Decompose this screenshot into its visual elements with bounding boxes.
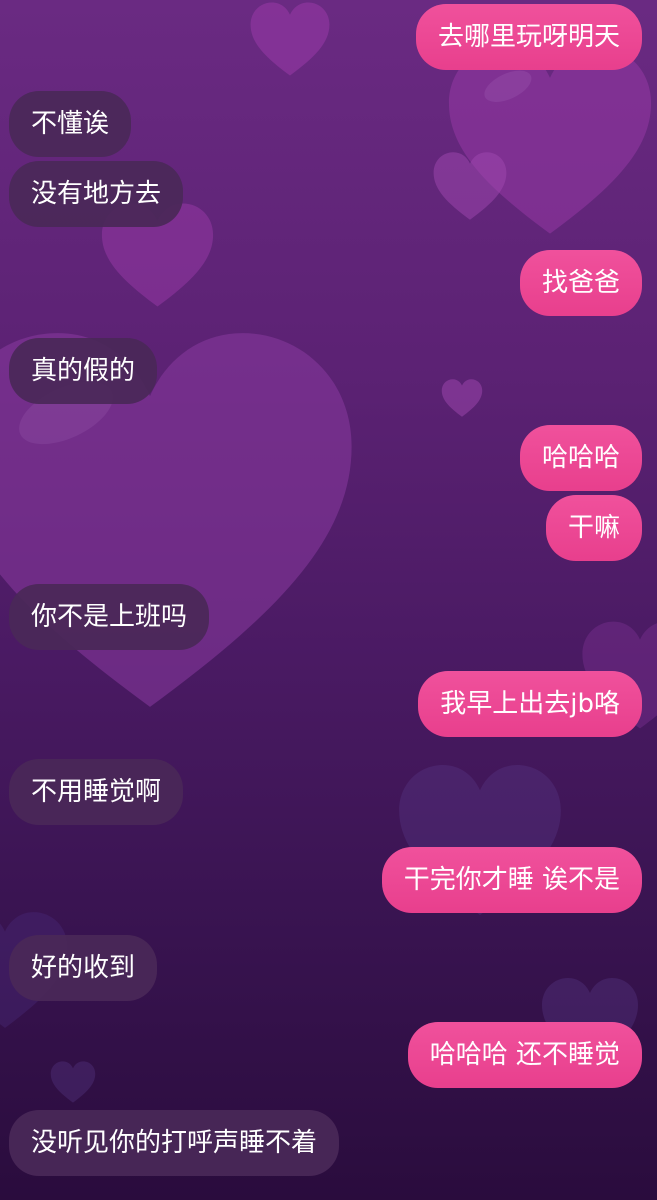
message-bubble-incoming[interactable]: 不懂诶 — [9, 91, 132, 157]
message-bubble-outgoing[interactable]: 找爸爸 — [519, 250, 642, 316]
message-bubble-outgoing[interactable]: 哈哈哈 — [519, 425, 642, 491]
message-bubble-outgoing[interactable]: 干完你才睡 诶不是 — [381, 847, 642, 913]
message-bubble-incoming[interactable]: 你不是上班吗 — [9, 584, 210, 650]
message-bubble-incoming[interactable]: 不用睡觉啊 — [9, 759, 184, 825]
message-bubble-outgoing[interactable]: 我早上出去jb咯 — [418, 671, 642, 737]
message-bubble-incoming[interactable]: 好的收到 — [9, 935, 158, 1001]
message-bubble-incoming[interactable]: 没有地方去 — [9, 161, 184, 227]
message-bubble-incoming[interactable]: 没听见你的打呼声睡不着 — [9, 1110, 340, 1176]
message-bubble-outgoing[interactable]: 干嘛 — [545, 495, 642, 561]
message-bubble-outgoing[interactable]: 去哪里玩呀明天 — [415, 4, 642, 70]
message-bubble-incoming[interactable]: 真的假的 — [9, 338, 158, 404]
message-bubble-outgoing[interactable]: 哈哈哈 还不睡觉 — [407, 1022, 642, 1088]
chat-thread: 去哪里玩呀明天 不懂诶 没有地方去 找爸爸 真的假的 哈哈哈 干嘛 你不是上班吗… — [0, 0, 657, 1200]
